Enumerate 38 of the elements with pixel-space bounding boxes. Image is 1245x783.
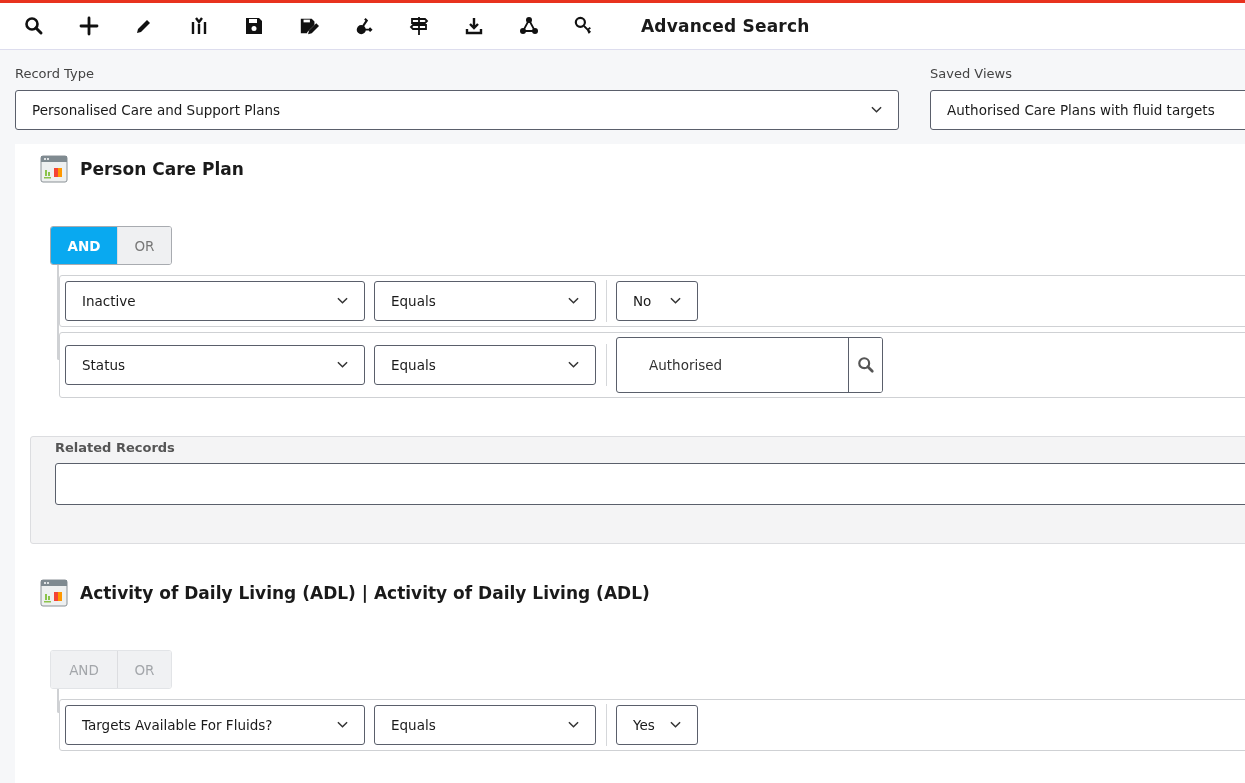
field-label: Record Type [15,66,95,81]
or-toggle[interactable]: OR [117,227,171,264]
signpost-icon[interactable] [409,16,429,36]
chevron-down-icon [670,297,681,305]
chart-window-icon [40,579,68,607]
related-records-label: Related Records [55,440,176,455]
field-dropdown[interactable]: Targets Available For Fluids? [65,705,365,745]
operator-dropdown[interactable]: Equals [374,345,596,385]
columns-icon[interactable] [189,16,209,36]
related-records-field[interactable] [55,463,1245,505]
chevron-down-icon [337,361,348,369]
value-dropdown[interactable]: Yes [616,705,698,745]
saved-views-dropdown[interactable]: Authorised Care Plans with fluid targets [930,90,1245,130]
search-icon[interactable] [24,16,44,36]
record-type-dropdown[interactable]: Personalised Care and Support Plans [15,90,899,130]
page-title: Advanced Search [641,16,810,36]
section-title: Person Care Plan [80,159,244,179]
chevron-down-icon [568,297,579,305]
save-icon[interactable] [244,16,264,36]
field-dropdown[interactable]: Status [65,345,365,385]
chevron-down-icon [337,721,348,729]
section-title: Activity of Daily Living (ADL) | Activity of Daily Living (ADL) [80,583,650,603]
chevron-down-icon [670,721,681,729]
field-dropdown[interactable]: Inactive [65,281,365,321]
key-icon[interactable] [574,16,594,36]
operator-dropdown[interactable]: Equals [374,705,596,745]
field-label: Saved Views [930,66,1013,81]
download-icon[interactable] [464,16,484,36]
chevron-down-icon [337,297,348,305]
plus-icon[interactable] [79,16,99,36]
chevron-down-icon [871,106,882,114]
save-edit-icon[interactable] [299,16,319,36]
operator-dropdown[interactable]: Equals [374,281,596,321]
chevron-down-icon [568,361,579,369]
chart-window-icon [40,155,68,183]
value-dropdown[interactable]: No [616,281,698,321]
chevron-down-icon [568,721,579,729]
share-icon[interactable] [519,16,539,36]
